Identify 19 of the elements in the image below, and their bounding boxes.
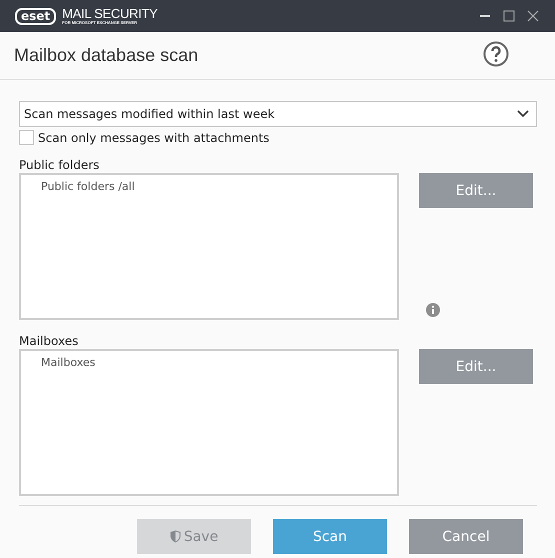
- section-label: Public folders: [19, 158, 100, 172]
- section-label: Mailboxes: [19, 334, 80, 348]
- product-name: MAIL SECURITY: [62, 7, 158, 20]
- close-icon[interactable]: [527, 10, 539, 22]
- edit-button[interactable]: Edit...: [419, 173, 533, 208]
- edit-button[interactable]: Edit...: [419, 349, 533, 384]
- checkbox-label: Scan only messages with attachments: [38, 130, 270, 144]
- maximize-icon[interactable]: [503, 10, 515, 22]
- cancel-button[interactable]: Cancel: [409, 519, 523, 554]
- scan-filter-dropdown[interactable]: Scan messages modified within last week: [19, 101, 537, 127]
- dialog-title: Mailbox database scan: [14, 45, 198, 66]
- chevron-down-icon[interactable]: [517, 110, 529, 118]
- logo: eset: [15, 8, 56, 24]
- help-icon[interactable]: [483, 40, 509, 66]
- list-item[interactable]: Mailboxes: [41, 356, 397, 369]
- list-item[interactable]: Public folders /all: [41, 180, 397, 193]
- scan-button[interactable]: Scan: [273, 519, 387, 554]
- checkbox[interactable]: [19, 130, 34, 145]
- shield-icon: [170, 530, 181, 543]
